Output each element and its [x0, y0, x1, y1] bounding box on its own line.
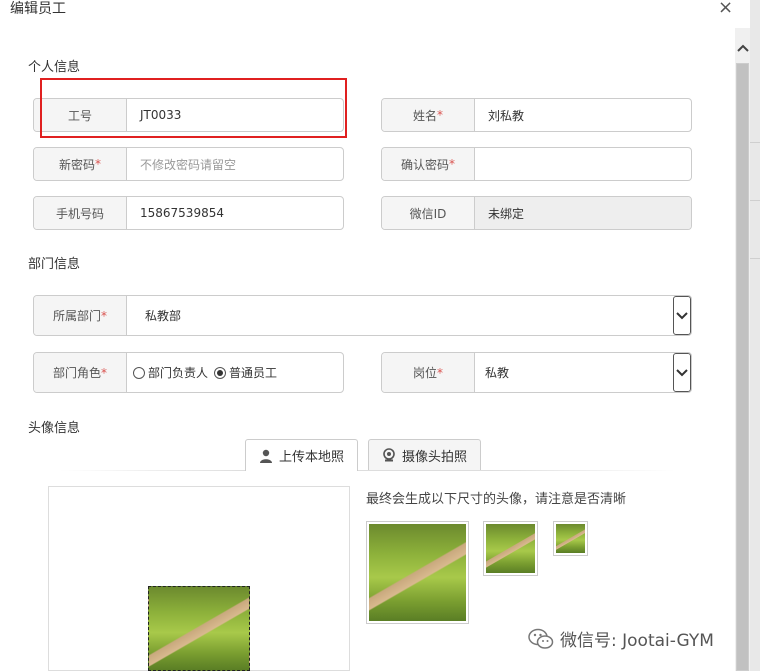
chevron-down-icon[interactable] — [673, 296, 691, 335]
tab-upload-label: 上传本地照 — [278, 450, 344, 465]
avatar-preview-image — [486, 524, 535, 573]
avatar-preview-large — [366, 521, 469, 624]
chevron-down-icon[interactable] — [673, 353, 691, 392]
watermark: 微信号: Jootai-GYM — [528, 626, 714, 651]
confirm-password-input[interactable] — [475, 148, 691, 180]
role-radio-head[interactable]: 部门负责人 — [133, 364, 208, 381]
close-icon[interactable]: × — [718, 0, 733, 18]
new-password-input[interactable]: 不修改密码请留空 — [127, 148, 343, 180]
divider — [750, 258, 760, 259]
section-title-personal: 个人信息 — [28, 60, 81, 75]
role-label: 部门角色 * — [34, 353, 127, 392]
new-password-label: 新密码 * — [34, 148, 127, 180]
name-input[interactable]: 刘私教 — [475, 99, 691, 131]
confirm-password-field: 确认密码 * — [381, 147, 692, 181]
wechat-field: 微信ID 未绑定 — [381, 196, 692, 230]
avatar-preview-small — [553, 521, 588, 556]
section-title-avatar: 头像信息 — [28, 421, 81, 436]
webcam-icon — [382, 448, 396, 462]
crop-selection[interactable] — [148, 586, 250, 671]
department-label: 所属部门 * — [34, 296, 127, 335]
position-label: 岗位 * — [382, 353, 475, 392]
tab-camera-label: 摄像头拍照 — [401, 449, 467, 465]
name-label: 姓名 * — [382, 99, 475, 131]
section-title-department: 部门信息 — [28, 257, 81, 272]
new-password-field: 新密码 * 不修改密码请留空 — [33, 147, 344, 181]
department-field: 所属部门 * 私教部 — [33, 295, 692, 336]
phone-field: 手机号码 15867539854 — [33, 196, 344, 230]
dialog-titlebar: 编辑员工 × — [0, 0, 760, 28]
confirm-password-label: 确认密码 * — [382, 148, 475, 180]
tab-camera[interactable]: 摄像头拍照 — [368, 439, 481, 470]
vertical-scrollbar[interactable] — [735, 28, 750, 671]
phone-input[interactable]: 15867539854 — [127, 197, 343, 229]
highlight-box — [40, 78, 347, 138]
radio-circle[interactable] — [133, 366, 145, 379]
phone-label: 手机号码 — [34, 197, 127, 229]
tab-divider — [60, 470, 675, 471]
wechat-label: 微信ID — [382, 197, 475, 229]
role-radio-staff[interactable]: 普通员工 — [214, 364, 277, 381]
radio-circle-selected[interactable] — [214, 366, 227, 379]
role-field: 部门角色 * 部门负责人 普通员工 — [33, 352, 344, 393]
tab-upload-local[interactable]: 上传本地照 — [245, 439, 358, 471]
role-radio-group: 部门负责人 普通员工 — [127, 353, 343, 392]
user-icon — [259, 449, 273, 463]
chevron-up-icon[interactable] — [735, 38, 750, 58]
avatar-preview-image — [369, 524, 466, 621]
preview-note: 最终会生成以下尺寸的头像，请注意是否清晰 — [366, 492, 627, 507]
scrollbar-thumb[interactable] — [736, 63, 749, 671]
department-select[interactable]: 私教部 — [127, 296, 673, 335]
background-window-edge — [750, 0, 760, 671]
divider — [750, 200, 760, 201]
wechat-icon — [528, 628, 554, 650]
wechat-value: 未绑定 — [475, 197, 691, 229]
name-field: 姓名 * 刘私教 — [381, 98, 692, 132]
divider — [750, 142, 760, 143]
avatar-preview-image — [556, 524, 585, 553]
avatar-preview-medium — [483, 521, 538, 576]
position-select[interactable]: 私教 — [475, 353, 673, 392]
role-option-staff-label: 普通员工 — [229, 366, 278, 380]
position-field: 岗位 * 私教 — [381, 352, 692, 393]
dialog-title: 编辑员工 — [10, 1, 66, 17]
role-option-head-label: 部门负责人 — [148, 366, 209, 380]
watermark-text: 微信号: Jootai-GYM — [560, 631, 714, 651]
